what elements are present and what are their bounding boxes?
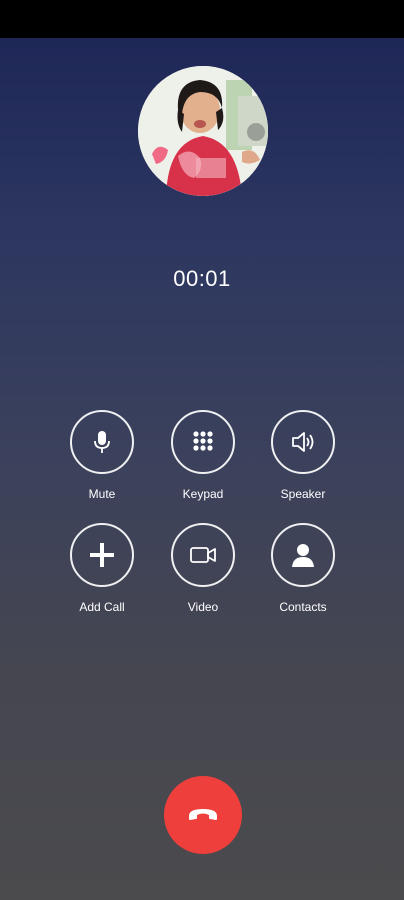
plus-icon <box>90 543 114 567</box>
keypad-label: Keypad <box>182 487 224 501</box>
keypad-ring[interactable] <box>171 410 235 474</box>
video-label: Video <box>187 600 219 614</box>
contacts-ring[interactable] <box>271 523 335 587</box>
phone-hangup-icon <box>189 809 217 820</box>
contacts-label: Contacts <box>279 600 327 614</box>
video-ring[interactable] <box>171 523 235 587</box>
person-icon <box>292 544 314 567</box>
keypad-button[interactable]: Keypad <box>153 410 253 510</box>
keypad-icon <box>193 431 213 451</box>
speaker-ring[interactable] <box>271 410 335 474</box>
caller-photo <box>138 66 268 196</box>
video-camera-icon <box>190 547 216 563</box>
contacts-button[interactable]: Contacts <box>253 523 353 623</box>
video-button[interactable]: Video <box>153 523 253 623</box>
call-screen: 00:01 Mute Keypad Speaker Add Call Video… <box>0 0 404 900</box>
call-timer: 00:01 <box>173 266 231 291</box>
caller-avatar <box>138 66 268 196</box>
add-call-ring[interactable] <box>70 523 134 587</box>
add-call-button[interactable]: Add Call <box>52 523 152 623</box>
status-bar <box>0 0 404 38</box>
speaker-icon <box>292 432 314 452</box>
speaker-label: Speaker <box>280 487 326 501</box>
add-call-label: Add Call <box>79 600 125 614</box>
speaker-button[interactable]: Speaker <box>253 410 353 510</box>
mute-ring[interactable] <box>70 410 134 474</box>
microphone-icon <box>94 431 110 453</box>
end-call-button[interactable] <box>164 776 242 854</box>
mute-button[interactable]: Mute <box>52 410 152 510</box>
mute-label: Mute <box>88 487 116 501</box>
